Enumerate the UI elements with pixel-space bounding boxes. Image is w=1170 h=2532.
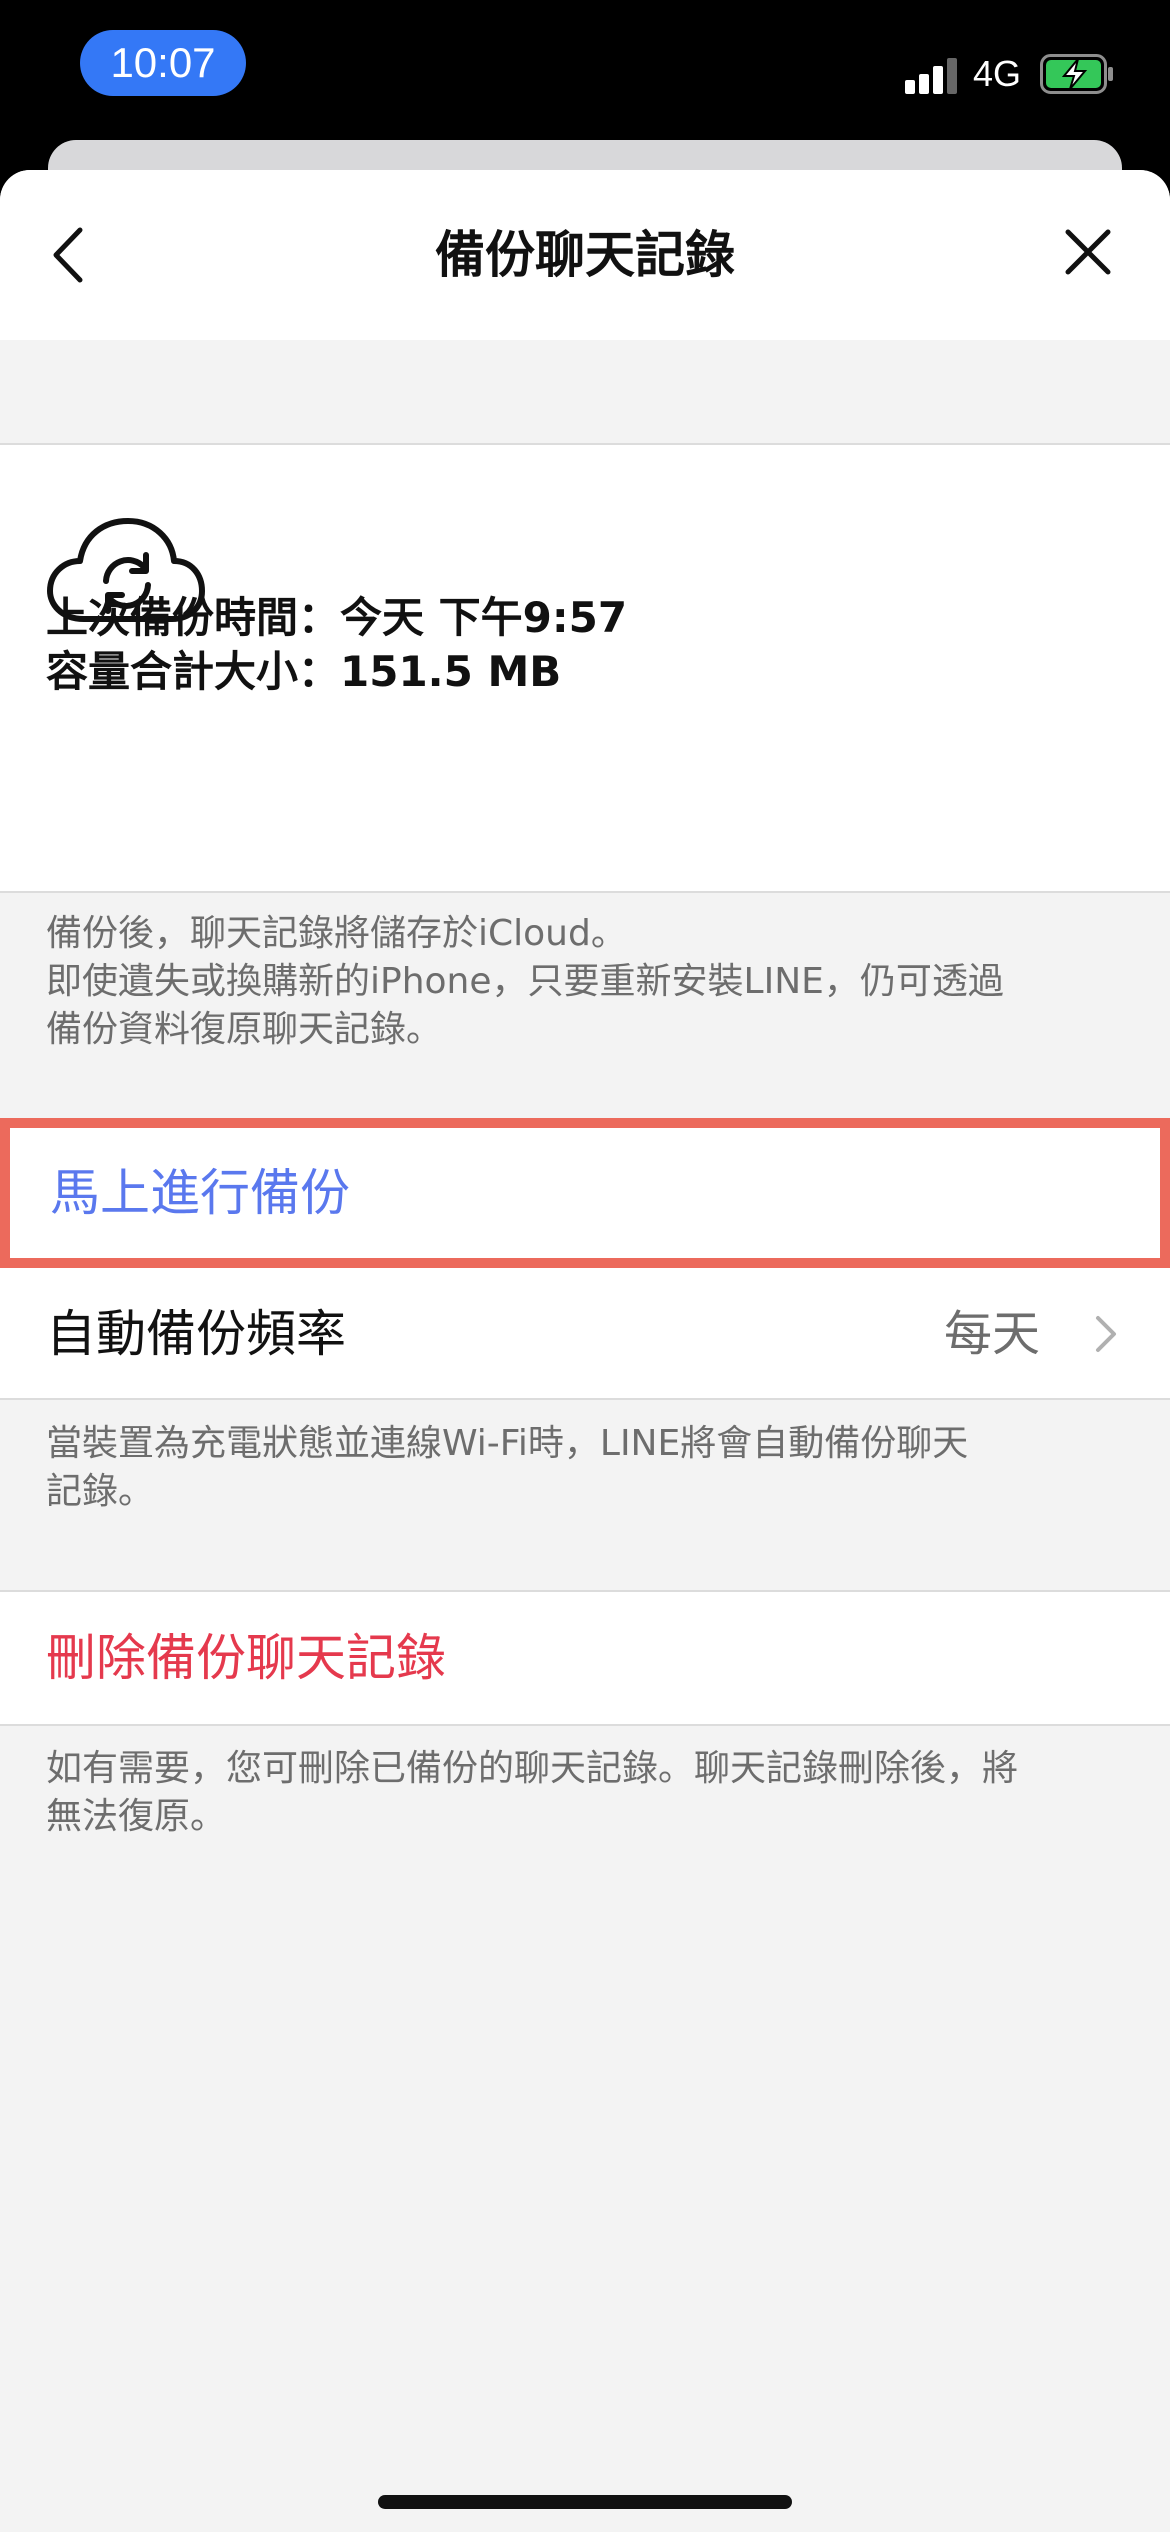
- backup-note-line: 即使遺失或換購新的iPhone，只要重新安裝LINE，仍可透過: [46, 961, 1004, 1002]
- phone-screen: 10:07 4G 備份聊天記錄 上次備份時間：今天 下午9:57 容量合計大小：…: [0, 0, 1170, 2532]
- home-indicator[interactable]: [378, 2495, 792, 2509]
- auto-backup-note: 當裝置為充電狀態並連線Wi-Fi時，LINE將會自動備份聊天 記錄。: [46, 1420, 1126, 1516]
- backup-note-line: 備份後，聊天記錄將儲存於iCloud。: [46, 913, 627, 954]
- backup-note-line: 備份資料復原聊天記錄。: [46, 1009, 443, 1050]
- chevron-right-icon: [1096, 1316, 1116, 1352]
- status-time[interactable]: 10:07: [80, 30, 246, 96]
- auto-backup-frequency-value: 每天: [943, 1306, 1040, 1362]
- close-icon[interactable]: [1058, 222, 1118, 282]
- backup-now-button[interactable]: 馬上進行備份: [50, 1128, 350, 1258]
- backup-sheet: 備份聊天記錄 上次備份時間：今天 下午9:57 容量合計大小：151.5 MB …: [0, 170, 1170, 2532]
- cellular-signal-icon: [905, 58, 959, 94]
- page-title: 備份聊天記錄: [435, 226, 735, 284]
- delete-backup-row[interactable]: 刪除備份聊天記錄: [0, 1590, 1170, 1726]
- backup-now-highlight: 馬上進行備份: [0, 1118, 1170, 1268]
- last-backup-time: 上次備份時間：今天 下午9:57: [46, 593, 628, 642]
- delete-backup-note-line: 無法復原。: [46, 1796, 227, 1837]
- chevron-left-icon[interactable]: [38, 220, 98, 290]
- nav-bar: 備份聊天記錄: [0, 170, 1170, 340]
- auto-backup-frequency-row[interactable]: 自動備份頻率 每天: [0, 1268, 1170, 1400]
- battery-charging-icon: [1040, 54, 1113, 94]
- auto-backup-note-line: 當裝置為充電狀態並連線Wi-Fi時，LINE將會自動備份聊天: [46, 1423, 969, 1464]
- backup-note: 備份後，聊天記錄將儲存於iCloud。 即使遺失或換購新的iPhone，只要重新…: [46, 910, 1126, 1054]
- delete-backup-note: 如有需要，您可刪除已備份的聊天記錄。聊天記錄刪除後，將 無法復原。: [46, 1745, 1126, 1841]
- auto-backup-frequency-label: 自動備份頻率: [46, 1305, 346, 1363]
- network-type: 4G: [973, 53, 1022, 94]
- delete-backup-button[interactable]: 刪除備份聊天記錄: [46, 1592, 446, 1724]
- total-backup-size: 容量合計大小：151.5 MB: [46, 647, 562, 696]
- delete-backup-note-line: 如有需要，您可刪除已備份的聊天記錄。聊天記錄刪除後，將: [46, 1748, 1019, 1789]
- status-bar: 10:07 4G: [0, 0, 1170, 150]
- auto-backup-note-line: 記錄。: [46, 1471, 155, 1512]
